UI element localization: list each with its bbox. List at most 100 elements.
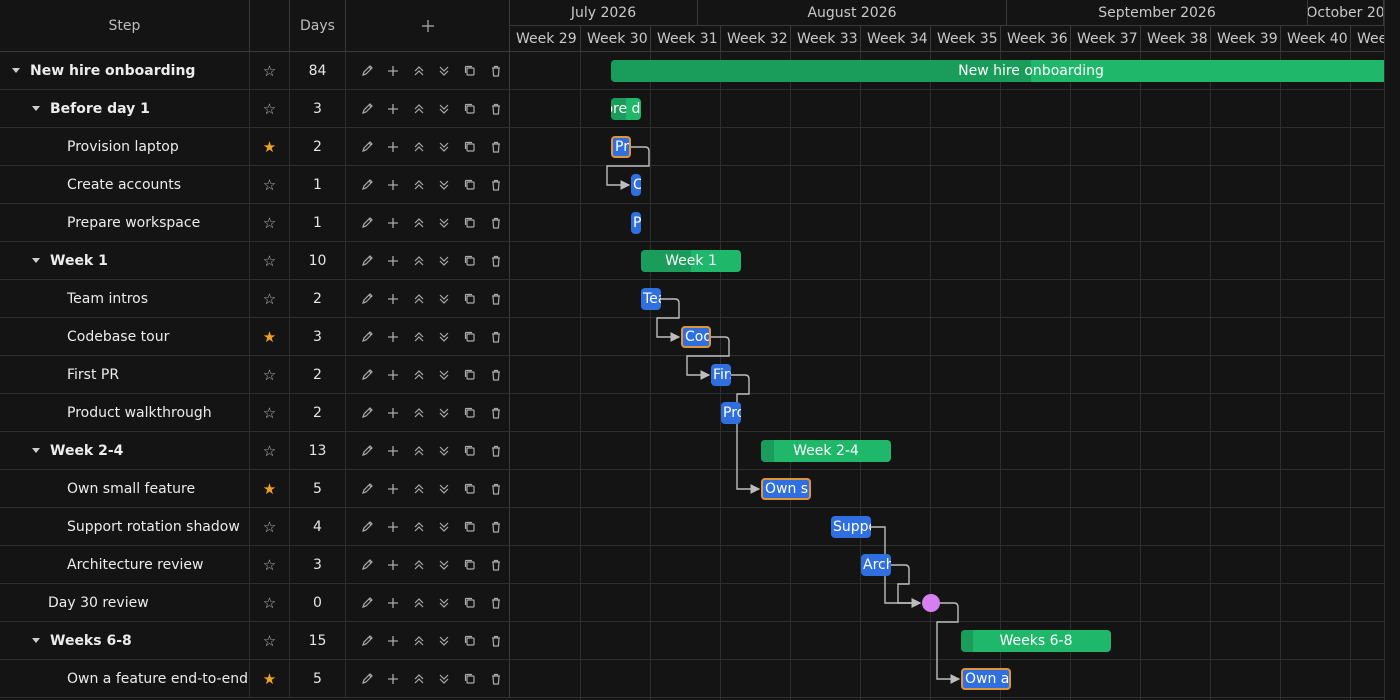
move-up-button[interactable] (406, 368, 432, 382)
edit-button[interactable] (354, 406, 380, 420)
star-outline-icon[interactable]: ☆ (263, 100, 276, 118)
delete-button[interactable] (483, 292, 509, 306)
star-filled-icon[interactable]: ★ (263, 138, 276, 156)
task-bar[interactable]: Provision laptop (611, 136, 631, 158)
dependency-link[interactable] (936, 602, 961, 684)
grid-row[interactable]: Week 2-4 ☆ 13 (0, 432, 510, 470)
move-down-button[interactable] (431, 368, 457, 382)
star-filled-icon[interactable]: ★ (263, 670, 276, 688)
add-button[interactable] (380, 178, 406, 192)
duplicate-button[interactable] (457, 368, 483, 382)
task-bar[interactable]: Codebase tour (681, 326, 711, 348)
duplicate-button[interactable] (457, 558, 483, 572)
move-down-button[interactable] (431, 102, 457, 116)
grid-row[interactable]: Day 30 review ☆ 0 (0, 584, 510, 622)
summary-bar[interactable]: Before day 1 (611, 98, 641, 120)
add-task-button[interactable] (346, 0, 510, 52)
duplicate-button[interactable] (457, 140, 483, 154)
delete-button[interactable] (483, 64, 509, 78)
collapse-caret-icon[interactable] (32, 448, 40, 453)
delete-button[interactable] (483, 482, 509, 496)
task-name-cell[interactable]: New hire onboarding (0, 52, 250, 89)
move-down-button[interactable] (431, 216, 457, 230)
move-up-button[interactable] (406, 482, 432, 496)
grid-row[interactable]: Support rotation shadow ☆ 4 (0, 508, 510, 546)
delete-button[interactable] (483, 102, 509, 116)
duplicate-button[interactable] (457, 292, 483, 306)
task-name-cell[interactable]: Weeks 6-8 (0, 622, 250, 659)
star-outline-icon[interactable]: ☆ (263, 214, 276, 232)
edit-button[interactable] (354, 330, 380, 344)
add-button[interactable] (380, 140, 406, 154)
edit-button[interactable] (354, 672, 380, 686)
task-name-cell[interactable]: Support rotation shadow (0, 508, 250, 545)
star-filled-icon[interactable]: ★ (263, 480, 276, 498)
duplicate-button[interactable] (457, 444, 483, 458)
star-outline-icon[interactable]: ☆ (263, 176, 276, 194)
duplicate-button[interactable] (457, 178, 483, 192)
grid-row[interactable]: Prepare workspace ☆ 1 (0, 204, 510, 242)
move-down-button[interactable] (431, 444, 457, 458)
star-outline-icon[interactable]: ☆ (263, 442, 276, 460)
duplicate-button[interactable] (457, 634, 483, 648)
move-down-button[interactable] (431, 672, 457, 686)
star-outline-icon[interactable]: ☆ (263, 632, 276, 650)
duplicate-button[interactable] (457, 406, 483, 420)
task-bar[interactable]: Own a feature end-to-end (961, 668, 1011, 690)
move-up-button[interactable] (406, 672, 432, 686)
edit-button[interactable] (354, 140, 380, 154)
grid-row[interactable]: Own a feature end-to-end ★ 5 (0, 660, 510, 698)
task-name-cell[interactable]: Prepare workspace (0, 204, 250, 241)
add-button[interactable] (380, 558, 406, 572)
grid-row[interactable]: Week 1 ☆ 10 (0, 242, 510, 280)
move-down-button[interactable] (431, 64, 457, 78)
edit-button[interactable] (354, 178, 380, 192)
add-button[interactable] (380, 482, 406, 496)
grid-row[interactable]: Provision laptop ★ 2 (0, 128, 510, 166)
edit-button[interactable] (354, 292, 380, 306)
move-up-button[interactable] (406, 64, 432, 78)
duplicate-button[interactable] (457, 672, 483, 686)
add-button[interactable] (380, 292, 406, 306)
task-name-cell[interactable]: Create accounts (0, 166, 250, 203)
edit-button[interactable] (354, 558, 380, 572)
edit-button[interactable] (354, 634, 380, 648)
column-header-step[interactable]: Step (0, 0, 250, 52)
task-name-cell[interactable]: Codebase tour (0, 318, 250, 355)
add-button[interactable] (380, 596, 406, 610)
edit-button[interactable] (354, 216, 380, 230)
delete-button[interactable] (483, 672, 509, 686)
move-up-button[interactable] (406, 634, 432, 648)
task-name-cell[interactable]: First PR (0, 356, 250, 393)
add-button[interactable] (380, 102, 406, 116)
edit-button[interactable] (354, 444, 380, 458)
star-outline-icon[interactable]: ☆ (263, 556, 276, 574)
delete-button[interactable] (483, 596, 509, 610)
duplicate-button[interactable] (457, 254, 483, 268)
move-down-button[interactable] (431, 178, 457, 192)
edit-button[interactable] (354, 482, 380, 496)
task-bar[interactable]: Prepare workspace (631, 212, 641, 234)
add-button[interactable] (380, 64, 406, 78)
edit-button[interactable] (354, 368, 380, 382)
grid-row[interactable]: Product walkthrough ☆ 2 (0, 394, 510, 432)
move-up-button[interactable] (406, 178, 432, 192)
move-up-button[interactable] (406, 330, 432, 344)
summary-bar[interactable]: Week 1 (641, 250, 741, 272)
task-bar[interactable]: Create accounts (631, 174, 641, 196)
move-up-button[interactable] (406, 292, 432, 306)
delete-button[interactable] (483, 406, 509, 420)
move-up-button[interactable] (406, 406, 432, 420)
grid-row[interactable]: Before day 1 ☆ 3 (0, 90, 510, 128)
add-button[interactable] (380, 216, 406, 230)
grid-row[interactable]: Create accounts ☆ 1 (0, 166, 510, 204)
move-up-button[interactable] (406, 596, 432, 610)
duplicate-button[interactable] (457, 330, 483, 344)
task-bar[interactable]: Team intros (641, 288, 661, 310)
add-button[interactable] (380, 672, 406, 686)
edit-button[interactable] (354, 520, 380, 534)
delete-button[interactable] (483, 216, 509, 230)
task-name-cell[interactable]: Team intros (0, 280, 250, 317)
add-button[interactable] (380, 634, 406, 648)
summary-bar[interactable]: New hire onboarding (611, 60, 1384, 82)
